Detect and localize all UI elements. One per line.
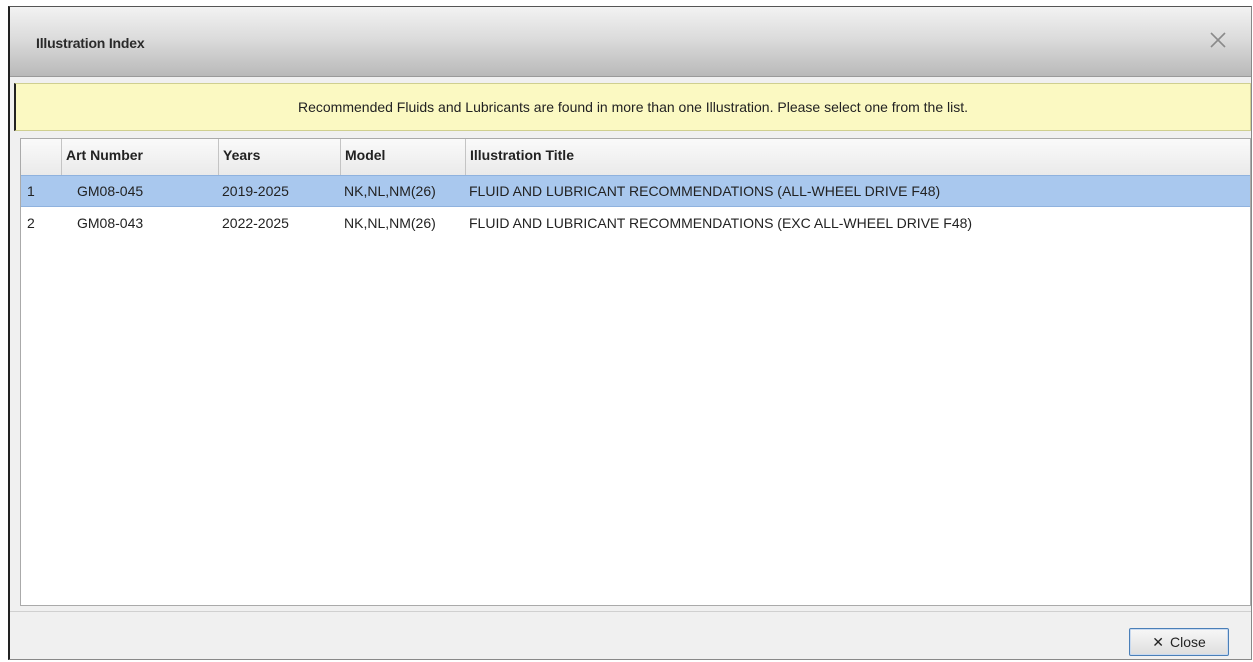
table-row[interactable]: 1 GM08-045 2019-2025 NK,NL,NM(26) FLUID … [21,175,1250,207]
row-index: 1 [27,183,35,199]
model-cell: NK,NL,NM(26) [344,183,436,199]
dialog-titlebar: Illustration Index [10,7,1251,77]
grid-header: Art Number Years Model Illustration Titl… [21,139,1250,176]
art-number-cell: GM08-045 [77,183,144,199]
info-banner: Recommended Fluids and Lubricants are fo… [14,83,1251,131]
close-button[interactable]: ✕ Close [1129,628,1229,656]
illustration-grid: Art Number Years Model Illustration Titl… [20,138,1251,606]
model-cell: NK,NL,NM(26) [344,215,436,231]
column-header-index [21,139,61,175]
column-header-art-number[interactable]: Art Number [61,139,218,175]
illustration-index-dialog: Illustration Index Recommended Fluids an… [8,6,1252,660]
dialog-footer: ✕ Close [10,611,1251,659]
art-number-cell: GM08-043 [77,215,144,231]
illustration-title-cell: FLUID AND LUBRICANT RECOMMENDATIONS (EXC… [469,215,973,231]
row-index: 2 [27,215,35,231]
close-icon[interactable] [1207,29,1229,51]
column-header-years[interactable]: Years [218,139,340,175]
table-row[interactable]: 2 GM08-043 2022-2025 NK,NL,NM(26) FLUID … [21,208,1250,240]
column-header-model[interactable]: Model [340,139,465,175]
years-cell: 2022-2025 [222,215,289,231]
x-icon: ✕ [1152,633,1164,650]
close-button-label: Close [1169,634,1206,650]
years-cell: 2019-2025 [222,183,289,199]
dialog-title: Illustration Index [36,35,145,51]
column-header-illustration-title[interactable]: Illustration Title [465,139,1250,175]
illustration-title-cell: FLUID AND LUBRICANT RECOMMENDATIONS (ALL… [469,183,941,199]
